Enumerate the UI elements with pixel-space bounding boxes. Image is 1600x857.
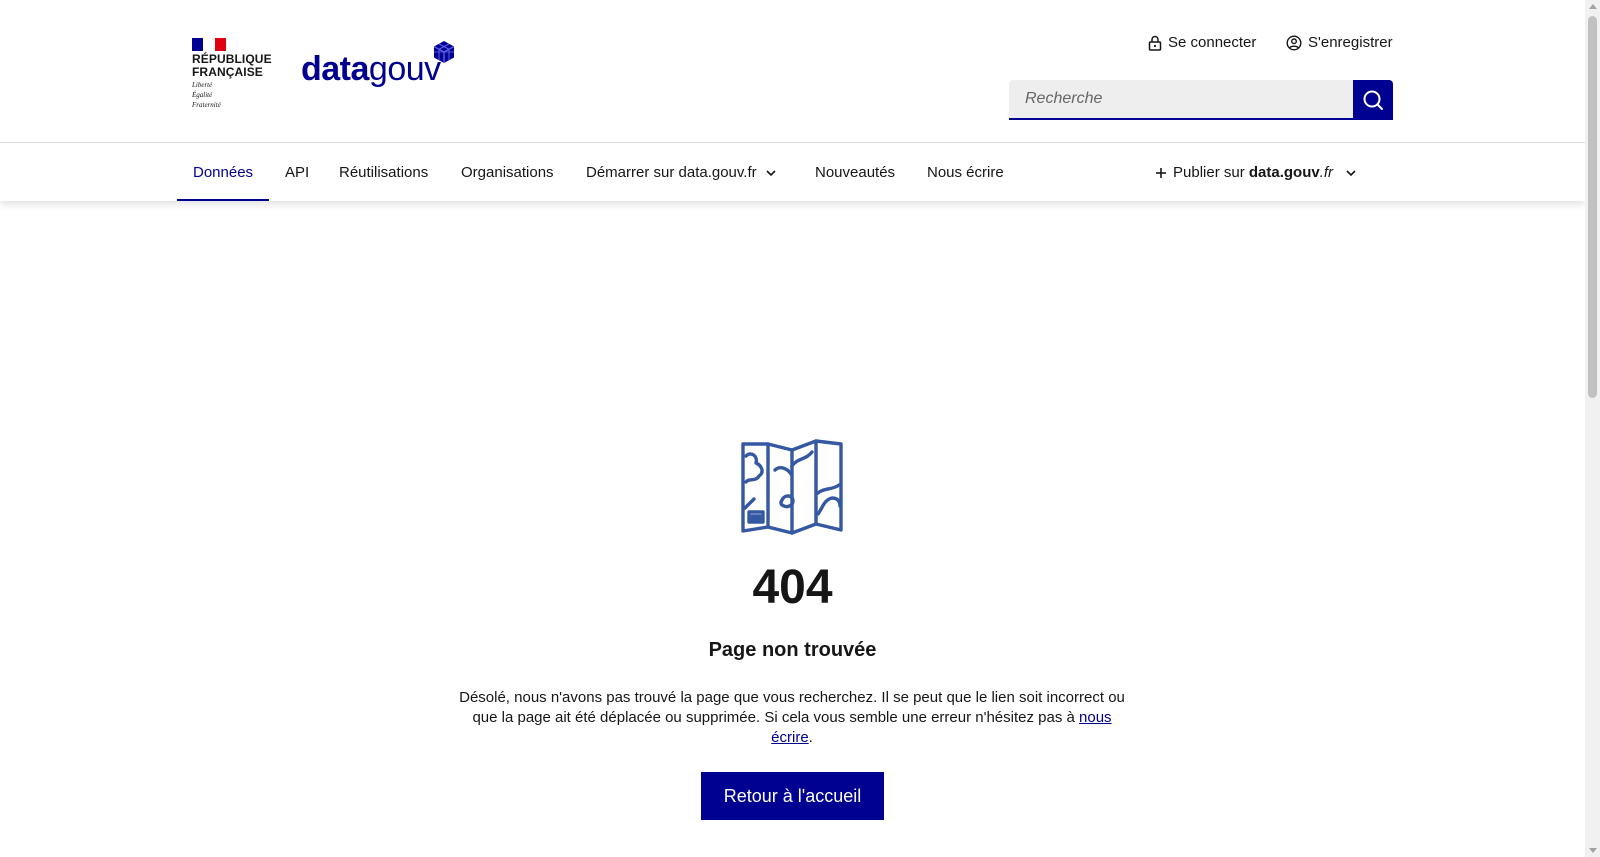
nav-item-demarrer[interactable]: Démarrer sur data.gouv.fr [586, 144, 777, 201]
nav-item-donnees[interactable]: Données [176, 144, 270, 201]
login-label: Se connecter [1168, 34, 1257, 51]
publish-domain: data.gouv [1248, 164, 1320, 181]
brand-bold: data [301, 50, 369, 88]
end-punctuation: . [808, 729, 813, 746]
vertical-scrollbar[interactable] [1585, 0, 1600, 857]
scrollbar-thumb[interactable] [1588, 16, 1597, 398]
user-circle-icon [1286, 34, 1302, 51]
error-description-text: Désolé, nous n'avons pas trouvé la page … [459, 689, 1125, 726]
register-label: S'enregistrer [1308, 34, 1393, 51]
republique-francaise-logo[interactable]: RÉPUBLIQUE FRANÇAISE Liberté Égalité Fra… [192, 38, 272, 109]
main-navigation: Données API Réutilisations Organisations… [0, 144, 1585, 201]
nav-label: Réutilisations [339, 164, 429, 181]
brand-light: gouv [368, 50, 441, 88]
nav-label: Démarrer sur data.gouv.fr [586, 164, 757, 181]
lock-icon [1148, 35, 1162, 51]
error-description: Désolé, nous n'avons pas trouvé la page … [452, 688, 1132, 748]
error-code: 404 [752, 561, 833, 614]
chevron-down-icon [1346, 169, 1356, 176]
datagouv-logo[interactable]: datagouv [301, 38, 461, 94]
motto-liberte: Liberté [192, 81, 213, 89]
flag-icon [192, 38, 226, 51]
site-header: RÉPUBLIQUE FRANÇAISE Liberté Égalité Fra… [0, 0, 1585, 143]
nav-item-organisations[interactable]: Organisations [461, 144, 554, 201]
francaise-label: FRANÇAISE [192, 65, 263, 79]
error-title: Page non trouvée [708, 639, 877, 661]
chevron-down-icon [766, 169, 776, 176]
plus-icon [1156, 167, 1166, 178]
login-link[interactable]: Se connecter [1148, 34, 1256, 51]
motto-fraternite: Fraternité [192, 101, 221, 109]
nav-item-api[interactable]: API [285, 144, 309, 201]
publish-prefix: Publier sur [1173, 164, 1245, 181]
nav-label: Nous écrire [927, 164, 1004, 181]
nav-item-reutilisations[interactable]: Réutilisations [339, 144, 428, 201]
scroll-up-arrow-icon[interactable] [1589, 4, 1597, 9]
search-icon [1363, 90, 1383, 110]
search-bar [1009, 80, 1393, 120]
nav-label: Données [193, 164, 254, 181]
back-home-button[interactable]: Retour à l'accueil [701, 772, 884, 820]
nav-item-nous-ecrire[interactable]: Nous écrire [927, 144, 1004, 201]
register-link[interactable]: S'enregistrer [1286, 34, 1393, 51]
motto-egalite: Égalité [192, 91, 213, 99]
publish-menu[interactable]: Publier sur data.gouv.fr [1155, 144, 1357, 201]
nav-label: API [285, 164, 310, 181]
map-icon [741, 439, 843, 535]
publish-label: Publier sur data.gouv.fr [1173, 164, 1333, 181]
brand-wordmark: datagouv [301, 50, 441, 89]
scroll-down-arrow-icon[interactable] [1589, 848, 1597, 853]
search-button[interactable] [1353, 80, 1393, 120]
cube-logo-icon [433, 41, 455, 63]
nav-label: Organisations [461, 164, 554, 181]
nav-item-nouveautes[interactable]: Nouveautés [815, 144, 895, 201]
nav-label: Nouveautés [815, 164, 896, 181]
publish-tld: .fr [1319, 164, 1334, 181]
search-input[interactable] [1009, 80, 1353, 120]
